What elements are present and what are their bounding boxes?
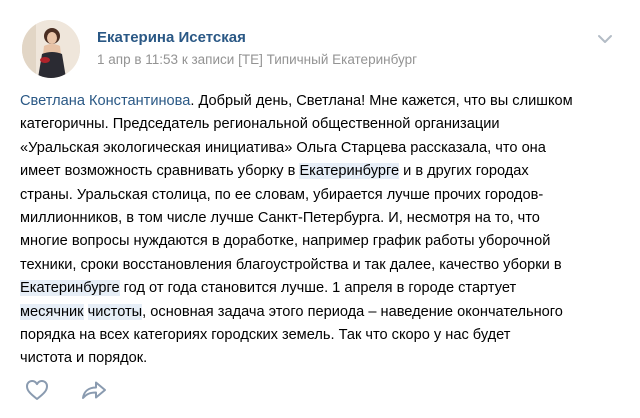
- heart-icon: [26, 380, 48, 400]
- like-button[interactable]: [24, 377, 50, 403]
- text-line: категоричны. Председатель региональной о…: [20, 116, 500, 133]
- share-arrow-icon: [82, 381, 106, 399]
- text-fragment: и в других городах: [399, 163, 529, 180]
- text-fragment: , основная задача этого периода – наведе…: [142, 303, 563, 320]
- text-line: имеет возможность сравнивать уборку в Ек…: [20, 160, 630, 183]
- text-fragment: год от года становится лучше. 1 апреля в…: [119, 280, 517, 297]
- comment-author-name[interactable]: Екатерина Исетская: [97, 29, 246, 46]
- text-line: порядка на всех категориях городских зем…: [20, 327, 511, 344]
- text-line: многие вопросы нуждаются в доработке, на…: [20, 233, 551, 250]
- text-line: Екатеринбурге год от года становится луч…: [20, 277, 630, 300]
- search-highlight: Екатеринбурге: [20, 280, 120, 297]
- text-line: чистота и порядок.: [20, 350, 148, 367]
- text-line: «Уральская экологическая инициатива» Оль…: [20, 139, 546, 156]
- text-line: месячник чистоты, основная задача этого …: [20, 301, 630, 324]
- comment-post-link[interactable]: [ТЕ] Типичный Екатеринбург: [238, 52, 417, 67]
- chevron-down-icon[interactable]: [596, 32, 614, 46]
- share-button[interactable]: [79, 377, 109, 403]
- comment-meta-prefix: к записи: [181, 52, 235, 67]
- text-line: Светлана Константинова. Добрый день, Све…: [20, 90, 630, 113]
- comment-date[interactable]: 1 апр в 11:53: [97, 52, 178, 67]
- text-line: миллионников, в том числе лучше Санкт-Пе…: [20, 210, 540, 227]
- search-highlight: месячник: [20, 303, 84, 320]
- text-fragment: . Добрый день, Светлана! Мне кажется, чт…: [190, 93, 573, 109]
- comment-text: Светлана Константинова. Добрый день, Све…: [20, 90, 630, 371]
- text-fragment: имеет возможность сравнивать уборку в: [20, 163, 300, 180]
- text-line: техники, сроки восстановления благоустро…: [20, 256, 562, 273]
- mention-link[interactable]: Светлана Константинова: [20, 93, 190, 109]
- search-highlight: Екатеринбурге: [299, 163, 400, 180]
- avatar-image: [22, 20, 80, 78]
- avatar[interactable]: [22, 20, 80, 78]
- search-highlight: чистоты: [87, 303, 143, 320]
- text-line: страны. Уральская столица, по ее словам,…: [20, 186, 544, 203]
- comment-meta: 1 апр в 11:53 к записи [ТЕ] Типичный Ека…: [97, 52, 417, 67]
